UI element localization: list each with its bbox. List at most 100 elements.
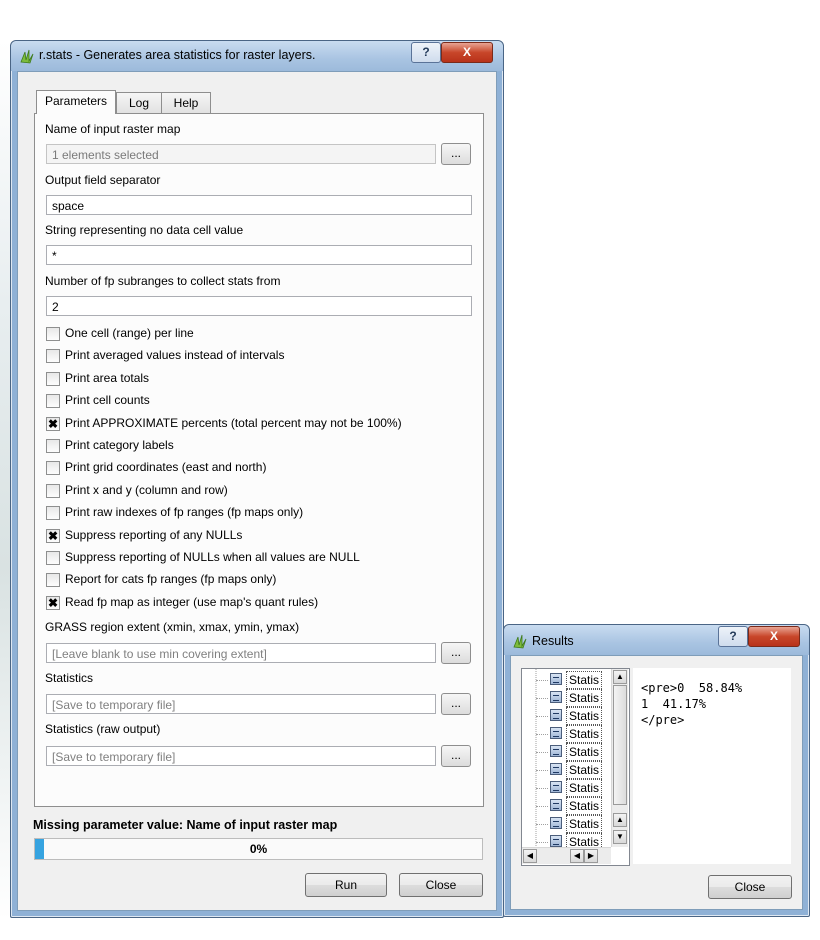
checkbox-checked-icon[interactable]: ✖	[46, 595, 60, 610]
table-file-icon	[550, 673, 562, 685]
scroll-down-arrow-icon[interactable]: ▼	[613, 830, 627, 844]
flag-checkbox[interactable]: ✖ Read fp map as integer (use map's quant…	[46, 595, 466, 611]
tree-item-label: Statis	[566, 707, 602, 725]
checkbox-unchecked-icon[interactable]	[46, 371, 60, 386]
flag-checkbox-label: Print category labels	[65, 438, 174, 452]
scroll-right-arrow-icon[interactable]: ▶	[584, 849, 598, 863]
statistics-field[interactable]: [Save to temporary file]	[46, 694, 436, 714]
tree-horizontal-scrollbar[interactable]: ◀ ◀ ▶	[522, 847, 611, 864]
input-raster-field[interactable]: 1 elements selected	[46, 144, 436, 164]
tree-branch-connector	[536, 716, 548, 717]
scroll-up-arrow-icon[interactable]: ▲	[613, 670, 627, 684]
flag-checkbox-label: Print averaged values instead of interva…	[65, 348, 285, 363]
flag-checkbox[interactable]: Print cell counts	[46, 393, 466, 409]
table-file-icon	[550, 781, 562, 793]
results-output-panel: <pre>0 58.84% 1 41.17% </pre>	[633, 668, 791, 864]
input-raster-browse-button[interactable]: ...	[441, 143, 471, 165]
scroll-up-arrow-icon[interactable]: ▲	[613, 813, 627, 827]
tree-branch-connector	[536, 734, 548, 735]
progress-fill	[35, 839, 44, 859]
checkbox-unchecked-icon[interactable]	[46, 394, 60, 409]
statistics-browse-button[interactable]: ...	[441, 693, 471, 715]
progress-bar: 0%	[34, 838, 483, 860]
checkbox-unchecked-icon[interactable]	[46, 506, 60, 521]
checkbox-unchecked-icon[interactable]	[46, 461, 60, 476]
tab-help[interactable]: Help	[161, 92, 211, 114]
separator-field[interactable]: space	[46, 195, 472, 215]
table-file-icon	[550, 835, 562, 847]
flag-checkbox[interactable]: Print category labels	[46, 438, 466, 454]
input-raster-label: Name of input raster map	[45, 122, 181, 136]
tab-log[interactable]: Log	[116, 92, 162, 114]
flag-checkbox[interactable]: ✖ Suppress reporting of any NULLs	[46, 528, 466, 544]
subranges-label: Number of fp subranges to collect stats …	[45, 274, 281, 288]
tree-vertical-scrollbar[interactable]: ▲ ▲ ▼	[611, 669, 628, 847]
flag-checkbox[interactable]: Print averaged values instead of interva…	[46, 348, 466, 364]
flag-checkbox[interactable]: ✖ Print APPROXIMATE percents (total perce…	[46, 416, 466, 432]
dialog-client-area: Parameters Log Help Name of input raster…	[17, 71, 497, 911]
subranges-field[interactable]: 2	[46, 296, 472, 316]
flag-checkbox-label: Read fp map as integer (use map's quant …	[65, 594, 319, 609]
scroll-thumb[interactable]	[613, 685, 627, 805]
results-window-title: Results	[532, 634, 574, 648]
checkbox-unchecked-icon[interactable]	[46, 483, 60, 498]
grass-app-icon	[513, 634, 527, 649]
parameters-pane: Name of input raster map 1 elements sele…	[34, 113, 484, 807]
tree-item-label: Statis	[566, 815, 602, 833]
grass-app-icon	[20, 49, 34, 64]
table-file-icon	[550, 745, 562, 757]
checkbox-unchecked-icon[interactable]	[46, 327, 60, 341]
checkbox-unchecked-icon[interactable]	[46, 573, 60, 588]
rstats-dialog: r.stats - Generates area statistics for …	[10, 40, 504, 918]
nodata-field[interactable]: *	[46, 245, 472, 265]
table-file-icon	[550, 709, 562, 721]
results-window-close-button[interactable]: X	[748, 626, 800, 647]
tree-item-label: Statis	[566, 689, 602, 707]
flag-checkbox-label: Print cell counts	[65, 393, 150, 408]
help-button[interactable]: ?	[411, 42, 441, 63]
raw-output-field[interactable]: [Save to temporary file]	[46, 746, 436, 766]
tree-branch-connector	[536, 806, 548, 807]
separator-label: Output field separator	[45, 173, 161, 187]
title-bar[interactable]: r.stats - Generates area statistics for …	[11, 41, 503, 71]
window-title: r.stats - Generates area statistics for …	[39, 48, 316, 62]
checkbox-unchecked-icon[interactable]	[46, 439, 60, 453]
scroll-left-arrow-icon[interactable]: ◀	[570, 849, 584, 863]
results-dialog: Results ? X Statis Statis Statis Statis Stat…	[503, 624, 810, 917]
close-button[interactable]: Close	[399, 873, 483, 897]
checkbox-checked-icon[interactable]: ✖	[46, 528, 60, 543]
flag-checkbox-label: Print x and y (column and row)	[65, 482, 228, 497]
checkbox-unchecked-icon[interactable]	[46, 349, 60, 364]
tree-item-label: Statis	[566, 671, 602, 689]
tab-parameters[interactable]: Parameters	[36, 90, 116, 114]
flag-checkbox[interactable]: Print grid coordinates (east and north)	[46, 460, 466, 476]
table-file-icon	[550, 799, 562, 811]
results-title-bar[interactable]: Results ? X	[504, 625, 809, 655]
flag-checkbox-label: Suppress reporting of NULLs when all val…	[65, 550, 360, 564]
flag-checkbox[interactable]: Print area totals	[46, 371, 466, 387]
window-close-button[interactable]: X	[441, 42, 493, 63]
flag-checkbox-label: Print grid coordinates (east and north)	[65, 460, 267, 475]
flag-checkbox[interactable]: One cell (range) per line	[46, 326, 466, 342]
flag-checkbox[interactable]: Report for cats fp ranges (fp maps only)	[46, 572, 466, 588]
scroll-left-arrow-icon[interactable]: ◀	[523, 849, 537, 863]
flag-checkbox[interactable]: Suppress reporting of NULLs when all val…	[46, 550, 466, 566]
tree-branch-connector	[536, 788, 548, 789]
raw-output-browse-button[interactable]: ...	[441, 745, 471, 767]
tree-item-label: Statis	[566, 743, 602, 761]
raw-output-label: Statistics (raw output)	[45, 722, 161, 736]
checkbox-unchecked-icon[interactable]	[46, 551, 60, 565]
tree-branch-connector	[536, 842, 548, 843]
flag-checkbox[interactable]: Print x and y (column and row)	[46, 483, 466, 499]
region-label: GRASS region extent (xmin, xmax, ymin, y…	[45, 620, 300, 634]
table-file-icon	[550, 763, 562, 775]
results-help-button[interactable]: ?	[718, 626, 748, 647]
checkbox-checked-icon[interactable]: ✖	[46, 416, 60, 431]
flag-checkbox[interactable]: Print raw indexes of fp ranges (fp maps …	[46, 505, 466, 521]
progress-label: 0%	[249, 842, 268, 856]
region-field[interactable]: [Leave blank to use min covering extent]	[46, 643, 436, 663]
results-close-button[interactable]: Close	[708, 875, 792, 899]
run-button[interactable]: Run	[305, 873, 387, 897]
region-browse-button[interactable]: ...	[441, 642, 471, 664]
table-file-icon	[550, 727, 562, 739]
